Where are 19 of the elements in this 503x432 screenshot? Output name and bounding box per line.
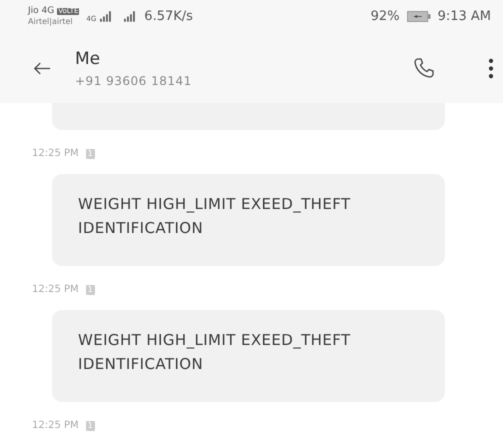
message-bubble[interactable]: WEIGHT HIGH_LIMIT EXEED_THEFT IDENTIFICATION bbox=[52, 310, 445, 402]
clock: 9:13 AM bbox=[438, 9, 491, 24]
message-bubble[interactable]: WEIGHT HIGH_LIMIT EXEED_THEFT IDENTIFICATION bbox=[52, 174, 445, 266]
signal-icon bbox=[100, 11, 112, 22]
battery-percent: 92% bbox=[370, 9, 400, 24]
network-speed: 6.57K/s bbox=[144, 9, 193, 24]
contact-name: Me bbox=[75, 48, 102, 68]
message-text: WEIGHT HIGH_LIMIT EXEED_THEFT IDENTIFICATION bbox=[78, 331, 351, 373]
message-time: 12:25 PM bbox=[32, 284, 79, 296]
signal-icon bbox=[124, 11, 136, 22]
carrier-name: Airtel|airtel bbox=[28, 18, 74, 26]
back-icon[interactable] bbox=[33, 60, 51, 76]
carrier-name: Jio 4G bbox=[28, 7, 54, 16]
message-time: 12:25 PM bbox=[32, 148, 79, 160]
phone-icon[interactable] bbox=[412, 56, 436, 80]
more-options-icon[interactable] bbox=[488, 58, 494, 78]
message-time: 12:25 PM bbox=[32, 420, 79, 432]
phone-number: +91 93606 18141 bbox=[75, 74, 193, 88]
message-text: WEIGHT HIGH_LIMIT EXEED_THEFT IDENTIFICATION bbox=[78, 195, 351, 237]
